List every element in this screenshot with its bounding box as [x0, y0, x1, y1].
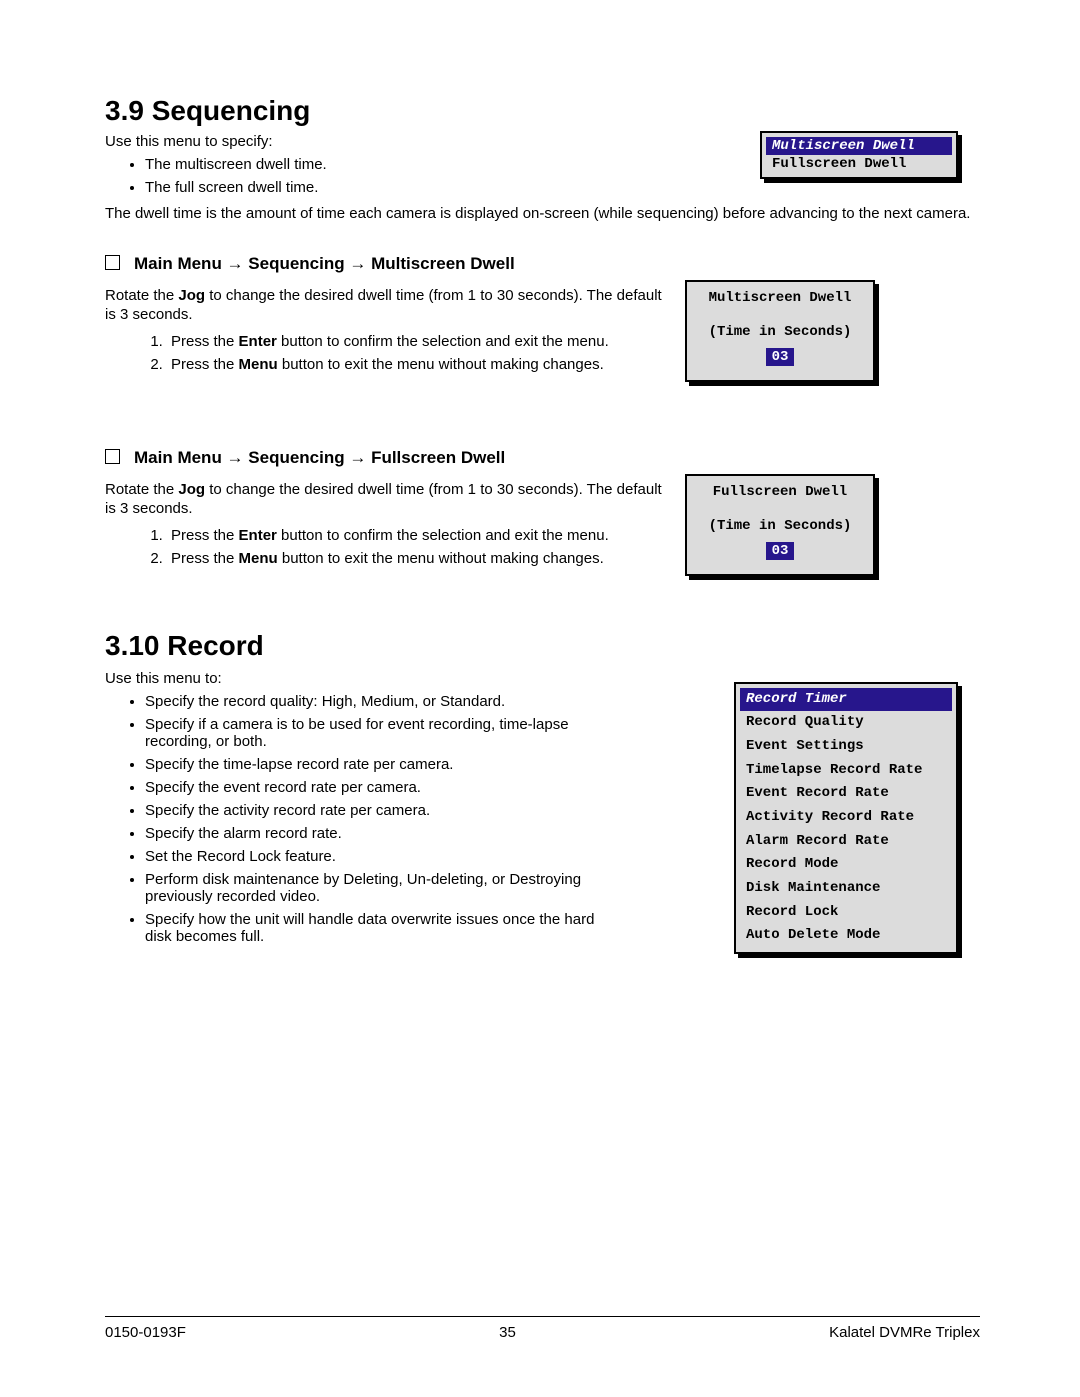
checkbox-icon — [105, 449, 120, 464]
footer-page-number: 35 — [499, 1324, 516, 1341]
record-left-col: Use this menu to: Specify the record qua… — [105, 668, 605, 953]
bullet: Specify how the unit will handle data ov… — [145, 911, 605, 945]
bullet: Perform disk maintenance by Deleting, Un… — [145, 871, 605, 905]
menu-item-record-timer: Record Timer — [740, 688, 952, 712]
bullets-record: Specify the record quality: High, Medium… — [105, 693, 605, 945]
bullet: The full screen dwell time. — [145, 179, 980, 196]
bullet: Specify the event record rate per camera… — [145, 779, 605, 796]
menu-item-event-record-rate: Event Record Rate — [740, 782, 952, 806]
subheading-multiscreen-dwell: Main Menu → Sequencing → Multiscreen Dwe… — [105, 254, 980, 274]
value-box-value: 03 — [766, 348, 795, 366]
step: Press the Enter button to confirm the se… — [167, 333, 665, 350]
heading-record: 3.10 Record — [105, 630, 980, 662]
value-box-label: (Time in Seconds) — [697, 518, 863, 534]
sub2-body: Rotate the Jog to change the desired dwe… — [105, 474, 665, 575]
bullet: Specify the time-lapse record rate per c… — [145, 756, 605, 773]
record-menu-box: Record Timer Record Quality Event Settin… — [734, 682, 958, 955]
intro-record: Use this menu to: — [105, 670, 605, 687]
menu-item-alarm-record-rate: Alarm Record Rate — [740, 830, 952, 854]
bullet: Specify if a camera is to be used for ev… — [145, 716, 605, 750]
page: Multiscreen Dwell Fullscreen Dwell 3.9 S… — [0, 0, 1080, 1397]
bullet: Specify the activity record rate per cam… — [145, 802, 605, 819]
menu-item-timelapse-record-rate: Timelapse Record Rate — [740, 759, 952, 783]
heading-sequencing: 3.9 Sequencing — [105, 95, 980, 127]
footer-rule — [105, 1316, 980, 1317]
menu-item-record-mode: Record Mode — [740, 853, 952, 877]
footer-doc-number: 0150-0193F — [105, 1324, 186, 1341]
page-footer: 0150-0193F 35 Kalatel DVMRe Triplex — [105, 1324, 980, 1341]
menu-item-record-lock: Record Lock — [740, 901, 952, 925]
menu-item-fullscreen-dwell: Fullscreen Dwell — [766, 155, 952, 173]
value-box-header: Fullscreen Dwell — [697, 484, 863, 500]
sequencing-menu-box: Multiscreen Dwell Fullscreen Dwell — [760, 131, 958, 179]
menu-item-auto-delete-mode: Auto Delete Mode — [740, 924, 952, 948]
menu-item-record-quality: Record Quality — [740, 711, 952, 735]
footer-product: Kalatel DVMRe Triplex — [829, 1324, 980, 1341]
subheading-fullscreen-dwell: Main Menu → Sequencing → Fullscreen Dwel… — [105, 448, 980, 468]
value-box-header: Multiscreen Dwell — [697, 290, 863, 306]
checkbox-icon — [105, 255, 120, 270]
menu-item-disk-maintenance: Disk Maintenance — [740, 877, 952, 901]
sub1-body: Rotate the Jog to change the desired dwe… — [105, 280, 665, 381]
bullet: Set the Record Lock feature. — [145, 848, 605, 865]
fullscreen-dwell-value-box: Fullscreen Dwell (Time in Seconds) 03 — [685, 474, 875, 576]
menu-item-multiscreen-dwell: Multiscreen Dwell — [766, 137, 952, 155]
value-box-label: (Time in Seconds) — [697, 324, 863, 340]
menu-item-event-settings: Event Settings — [740, 735, 952, 759]
bullet: Specify the record quality: High, Medium… — [145, 693, 605, 710]
step: Press the Menu button to exit the menu w… — [167, 550, 665, 567]
value-box-value: 03 — [766, 542, 795, 560]
dwell-explanation: The dwell time is the amount of time eac… — [105, 204, 980, 224]
menu-item-activity-record-rate: Activity Record Rate — [740, 806, 952, 830]
step: Press the Enter button to confirm the se… — [167, 527, 665, 544]
step: Press the Menu button to exit the menu w… — [167, 356, 665, 373]
bullet: Specify the alarm record rate. — [145, 825, 605, 842]
multiscreen-dwell-value-box: Multiscreen Dwell (Time in Seconds) 03 — [685, 280, 875, 382]
